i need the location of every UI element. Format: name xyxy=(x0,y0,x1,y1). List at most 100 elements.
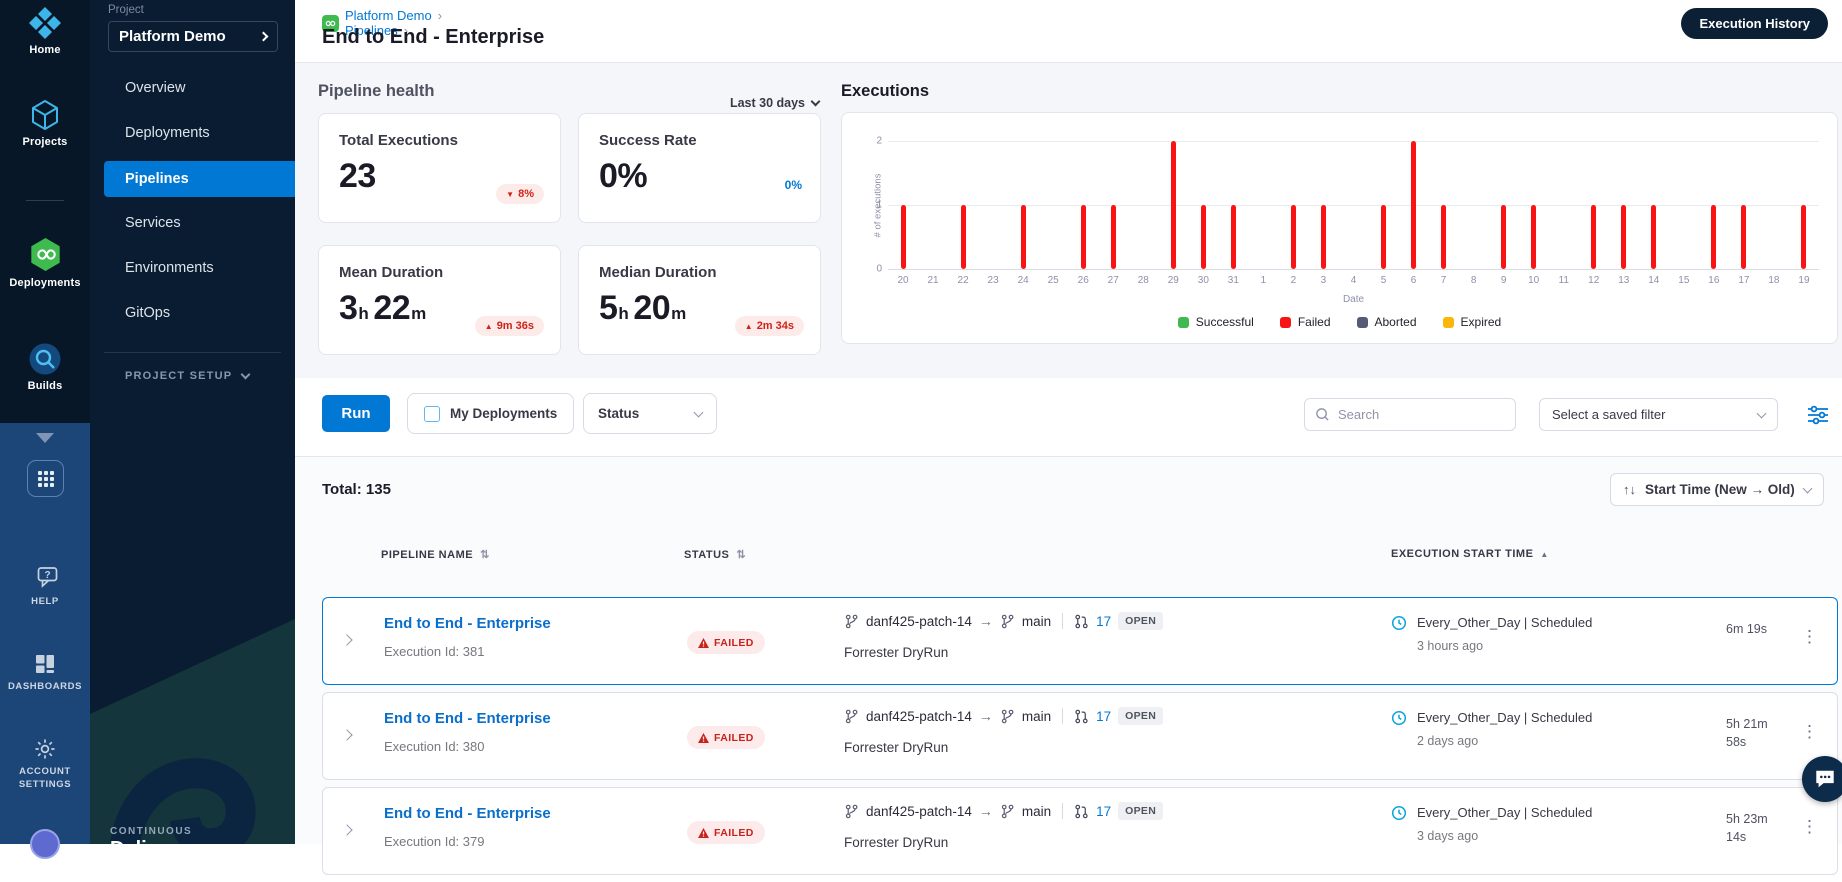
execution-row[interactable]: End to End - Enterprise Execution Id: 38… xyxy=(322,597,1838,685)
schedule-clock-icon xyxy=(1391,710,1407,748)
pr-state-badge: OPEN xyxy=(1118,707,1164,725)
pipeline-name-link[interactable]: End to End - Enterprise xyxy=(384,710,551,727)
sidebar-item-overview[interactable]: Overview xyxy=(90,66,295,111)
x-tick-label: 20 xyxy=(897,275,909,286)
status-dropdown[interactable]: Status xyxy=(583,393,717,434)
x-tick-label: 18 xyxy=(1768,275,1780,286)
row-menu-button[interactable]: ⋮ xyxy=(1795,627,1824,647)
bar-cell xyxy=(1399,141,1429,269)
bar-cell xyxy=(1008,141,1038,269)
help-chat-fab[interactable] xyxy=(1802,756,1842,802)
pipeline-health-title: Pipeline health xyxy=(318,82,435,100)
target-branch: main xyxy=(1021,613,1052,629)
bar-failed xyxy=(1651,205,1657,269)
expand-chevron-icon[interactable] xyxy=(341,729,353,741)
module-grid-button[interactable] xyxy=(27,460,64,497)
bar-cell xyxy=(1519,141,1549,269)
legend-item: Successful xyxy=(1177,315,1254,329)
rail-item[interactable]: ACCOUNT SETTINGS xyxy=(0,737,90,791)
bar-failed xyxy=(960,205,966,269)
start-time-ago: 3 days ago xyxy=(1417,829,1479,843)
row-menu-button[interactable]: ⋮ xyxy=(1795,722,1824,742)
rail-item[interactable]: ? HELP xyxy=(0,566,90,608)
bar-failed xyxy=(1080,205,1086,269)
run-button[interactable]: Run xyxy=(322,395,390,432)
expand-chevron-icon[interactable] xyxy=(341,824,353,836)
bar-cell xyxy=(1308,141,1338,269)
chevron-down-icon xyxy=(810,96,821,106)
bar-failed xyxy=(1411,141,1417,269)
search-input[interactable] xyxy=(1338,407,1498,422)
legend-swatch xyxy=(1177,316,1189,328)
execution-row[interactable]: End to End - Enterprise Execution Id: 37… xyxy=(322,787,1838,875)
bar-failed xyxy=(1290,205,1296,269)
bar-failed xyxy=(1531,205,1537,269)
sidebar-item-services[interactable]: Services xyxy=(90,201,295,246)
breadcrumb-item: Platform Demo › xyxy=(345,8,442,23)
page-header: Platform Demo › Pipelines › End to End -… xyxy=(295,0,1842,63)
execution-row[interactable]: End to End - Enterprise Execution Id: 38… xyxy=(322,692,1838,780)
sidebar-item-gitops[interactable]: GitOps xyxy=(90,291,295,336)
x-tick-label: 11 xyxy=(1558,275,1569,286)
sidebar-item-deployments[interactable]: Deployments xyxy=(90,111,295,156)
health-card: Success Rate 0% 0% xyxy=(578,113,821,223)
bar-failed xyxy=(1320,205,1326,269)
x-tick-label: 15 xyxy=(1678,275,1690,286)
user-avatar[interactable] xyxy=(30,829,60,859)
row-menu-button[interactable]: ⋮ xyxy=(1795,817,1824,837)
sidebar-item-environments[interactable]: Environments xyxy=(90,246,295,291)
my-deployments-filter[interactable]: My Deployments xyxy=(407,393,575,434)
pr-number-link[interactable]: 17 xyxy=(1096,614,1111,629)
divider xyxy=(104,352,281,353)
x-tick-label: 27 xyxy=(1107,275,1119,286)
column-header[interactable]: STATUS ⇅ xyxy=(684,548,746,562)
bar-cell xyxy=(1278,141,1308,269)
bar-failed xyxy=(1230,205,1236,269)
filter-sliders-icon[interactable] xyxy=(1806,404,1830,426)
execution-id: Execution Id: 380 xyxy=(384,739,485,754)
pr-state-badge: OPEN xyxy=(1118,612,1164,630)
rail-item[interactable]: Projects xyxy=(0,98,90,148)
column-header[interactable]: EXECUTION START TIME ▲ xyxy=(1391,548,1549,560)
column-header[interactable]: PIPELINE NAME ⇅ xyxy=(381,548,490,562)
x-tick-label: 2 xyxy=(1290,275,1297,286)
breadcrumb-link[interactable]: Platform Demo xyxy=(345,8,432,23)
grid-icon xyxy=(37,470,54,487)
sidebar-item-pipelines[interactable]: Pipelines xyxy=(104,160,295,197)
bar-failed xyxy=(1741,205,1747,269)
bar-failed xyxy=(1020,205,1026,269)
tab-execution-history[interactable]: Execution History xyxy=(1681,7,1828,39)
rail-item[interactable]: DASHBOARDS xyxy=(0,652,90,693)
pipeline-name-link[interactable]: End to End - Enterprise xyxy=(384,805,551,822)
health-card: Total Executions 23 8% xyxy=(318,113,561,223)
x-tick-label: 13 xyxy=(1618,275,1630,286)
project-selector[interactable]: Platform Demo xyxy=(108,21,278,52)
pr-state-badge: OPEN xyxy=(1118,802,1164,820)
x-tick-label: 3 xyxy=(1320,275,1327,286)
rail-item[interactable]: Home xyxy=(0,6,90,56)
my-deployments-checkbox[interactable] xyxy=(424,405,440,422)
rail-item[interactable]: Deployments xyxy=(0,236,90,289)
rail-item[interactable]: Builds xyxy=(0,342,90,392)
project-setup-toggle[interactable]: PROJECT SETUP xyxy=(125,369,251,382)
bar-cell xyxy=(1038,141,1068,269)
divider xyxy=(26,200,64,201)
bar-failed xyxy=(1621,205,1627,269)
time-range-select[interactable]: Last 30 days xyxy=(719,96,821,110)
bar-cell xyxy=(1248,141,1278,269)
x-tick-label: 7 xyxy=(1440,275,1447,286)
collapse-triangle-icon[interactable] xyxy=(36,433,54,443)
bar-cell xyxy=(1759,141,1789,269)
sort-dropdown[interactable]: ↑↓ Start Time (New → Old) xyxy=(1610,473,1824,506)
x-tick-label: 8 xyxy=(1470,275,1477,286)
saved-filter-dropdown[interactable]: Select a saved filter xyxy=(1539,398,1778,431)
bar-failed xyxy=(1170,141,1176,269)
pipeline-name-link[interactable]: End to End - Enterprise xyxy=(384,615,551,632)
chevron-down-icon xyxy=(1756,408,1767,418)
health-card-label: Median Duration xyxy=(599,264,717,281)
expand-chevron-icon[interactable] xyxy=(341,634,353,646)
pr-number-link[interactable]: 17 xyxy=(1096,709,1111,724)
bar-cell xyxy=(1459,141,1489,269)
header-nav: Execution History xyxy=(1549,0,1828,46)
pr-number-link[interactable]: 17 xyxy=(1096,804,1111,819)
